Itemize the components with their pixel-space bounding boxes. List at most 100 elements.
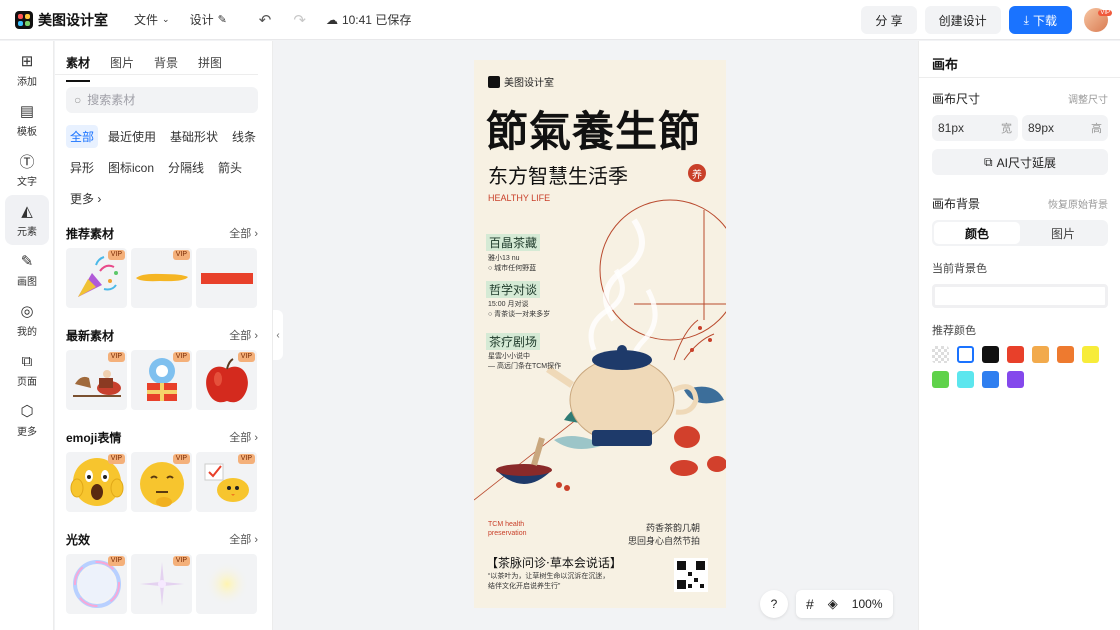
see-all-link[interactable]: 全部 › xyxy=(229,429,258,445)
see-all-label: 全部 xyxy=(229,228,252,240)
resize-link[interactable]: 调整尺寸 xyxy=(1068,91,1108,106)
design-menu[interactable]: 设计 ✎ xyxy=(190,11,227,28)
asset-thumb[interactable]: VIP xyxy=(66,452,127,512)
canvas-size-label: 画布尺寸 xyxy=(932,92,981,106)
ai-expand-icon: ⧉ xyxy=(984,154,993,169)
chip-more[interactable]: 更多 › xyxy=(66,187,105,210)
height-field[interactable]: 89px 高 xyxy=(1022,115,1108,141)
zoom-controls: # ◈ 100% xyxy=(796,590,893,618)
rail-label: 画图 xyxy=(17,277,37,288)
rail-item-text[interactable]: Ⓣ 文字 xyxy=(0,145,54,195)
rail-item-template[interactable]: ▤ 模板 xyxy=(0,95,54,145)
footer-desc-line: 结伴文化开启说养生行” xyxy=(488,583,561,590)
rail-label: 文字 xyxy=(17,177,37,188)
rail-label: 我的 xyxy=(17,327,37,338)
chip-arrows[interactable]: 箭头 xyxy=(214,156,246,179)
rail-item-elements[interactable]: ◭ 元素 xyxy=(5,195,49,245)
asset-thumb[interactable]: VIP xyxy=(66,248,127,308)
rail-item-add[interactable]: ⊞ 添加 xyxy=(0,45,54,95)
design-canvas[interactable]: 美图设计室 節氣養生節 东方智慧生活季 养 HEALTHY LIFE 百晶茶藏 … xyxy=(474,60,726,608)
color-swatch[interactable] xyxy=(957,346,974,363)
search-input[interactable] xyxy=(87,93,228,107)
chip-recent[interactable]: 最近使用 xyxy=(104,125,160,148)
cube-icon: ⬡ xyxy=(20,403,34,420)
see-all-link[interactable]: 全部 › xyxy=(229,225,258,241)
panel-title: 画布 xyxy=(919,41,1120,78)
zoom-level[interactable]: 100% xyxy=(852,597,883,611)
avatar[interactable]: VIP xyxy=(1084,8,1112,32)
search-box[interactable]: ○ xyxy=(66,87,258,113)
rail-label: 更多 xyxy=(17,427,37,438)
section-title: 最新素材 xyxy=(66,328,115,343)
current-color-field[interactable] xyxy=(932,284,1108,308)
brush-stroke-shape xyxy=(135,273,188,282)
download-icon: ⤓ xyxy=(1023,12,1029,27)
chip-lines[interactable]: 线条 xyxy=(228,125,260,148)
collapse-panel-button[interactable]: ‹ xyxy=(273,310,283,360)
tab-materials[interactable]: 素材 xyxy=(66,54,91,82)
rail-item-pages[interactable]: ⧉ 页面 xyxy=(0,345,54,395)
chip-all[interactable]: 全部 xyxy=(66,125,99,148)
save-status-text: 10:41 已保存 xyxy=(341,13,412,27)
asset-thumb[interactable]: VIP xyxy=(131,350,192,410)
asset-thumb[interactable]: VIP xyxy=(196,350,257,410)
layers-icon[interactable]: ◈ xyxy=(828,596,838,612)
chip-dividers[interactable]: 分隔线 xyxy=(164,156,208,179)
color-swatch[interactable] xyxy=(932,346,949,363)
asset-thumb[interactable]: VIP xyxy=(196,452,257,512)
file-menu[interactable]: 文件 ⌄ xyxy=(134,11,170,28)
tab-color[interactable]: 颜色 xyxy=(934,222,1020,244)
color-swatch[interactable] xyxy=(982,371,999,388)
color-swatch[interactable] xyxy=(932,371,949,388)
asset-thumb[interactable]: VIP xyxy=(66,350,127,410)
create-design-button[interactable]: 创建设计 xyxy=(924,6,1001,34)
vip-badge: VIP xyxy=(237,454,255,464)
color-swatch[interactable] xyxy=(957,371,974,388)
app-logo[interactable]: 美图设计室 xyxy=(15,10,108,30)
tab-backgrounds[interactable]: 背景 xyxy=(154,54,178,74)
see-all-link[interactable]: 全部 › xyxy=(229,327,258,343)
asset-thumb[interactable] xyxy=(196,554,257,614)
asset-thumb[interactable]: VIP xyxy=(131,452,192,512)
color-swatch[interactable] xyxy=(1007,346,1024,363)
poster-brand: 美图设计室 xyxy=(488,74,554,89)
reset-bg-link[interactable]: 恢复原始背景 xyxy=(1048,196,1108,211)
color-swatch[interactable] xyxy=(1007,371,1024,388)
width-value: 81px xyxy=(938,121,965,135)
rail-item-draw[interactable]: ✎ 画图 xyxy=(0,245,54,295)
see-all-label: 全部 xyxy=(229,330,252,342)
properties-panel: 画布 画布尺寸 调整尺寸 81px 宽 89px 高 ⧉ AI尺寸延展 画布背景 恢复… xyxy=(918,41,1120,630)
download-button[interactable]: ⤓ 下载 xyxy=(1008,6,1072,34)
asset-thumb[interactable]: VIP xyxy=(131,554,192,614)
ai-resize-button[interactable]: ⧉ AI尺寸延展 xyxy=(932,149,1108,175)
tab-collage[interactable]: 拼图 xyxy=(198,54,222,74)
grid-icon[interactable]: # xyxy=(806,596,814,612)
rail-item-mine[interactable]: ◎ 我的 xyxy=(0,295,54,345)
color-swatch[interactable] xyxy=(1032,346,1049,363)
chip-irregular[interactable]: 异形 xyxy=(66,156,98,179)
asset-thumb[interactable]: VIP xyxy=(66,554,127,614)
tab-image[interactable]: 图片 xyxy=(1020,222,1106,244)
rail-item-more[interactable]: ⬡ 更多 xyxy=(0,395,54,445)
undo-icon[interactable]: ↶ xyxy=(259,11,272,29)
chip-basic-shapes[interactable]: 基础形状 xyxy=(166,125,222,148)
color-swatch[interactable] xyxy=(1057,346,1074,363)
asset-thumb[interactable]: VIP xyxy=(131,248,192,308)
asset-thumb[interactable] xyxy=(196,248,257,308)
help-button[interactable]: ? xyxy=(760,590,788,618)
section-light-effects: 光效 全部 › xyxy=(66,530,258,548)
tab-images[interactable]: 图片 xyxy=(110,54,134,74)
chip-icons[interactable]: 图标icon xyxy=(104,156,158,179)
footer-right-line: 思回身心自然节拍 xyxy=(628,536,701,546)
chevron-down-icon: ⌄ xyxy=(162,14,170,24)
vip-badge: VIP xyxy=(107,250,125,260)
share-button[interactable]: 分 享 xyxy=(861,6,917,34)
color-swatch[interactable] xyxy=(982,346,999,363)
search-icon: ○ xyxy=(74,93,82,107)
bg-type-toggle: 颜色 图片 xyxy=(932,220,1108,246)
desc-line: 15:00 月对谈 xyxy=(488,301,529,308)
see-all-link[interactable]: 全部 › xyxy=(229,531,258,547)
color-swatch[interactable] xyxy=(1082,346,1099,363)
redo-icon[interactable]: ↷ xyxy=(293,11,306,29)
width-field[interactable]: 81px 宽 xyxy=(932,115,1018,141)
